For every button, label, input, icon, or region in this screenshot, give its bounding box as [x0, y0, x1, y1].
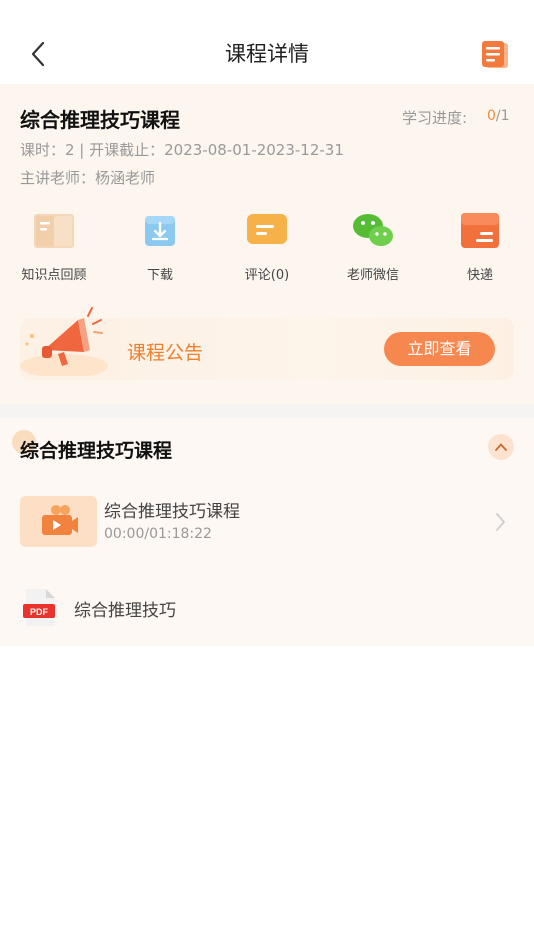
- video-lesson-title: 综合推理技巧课程: [104, 502, 240, 522]
- download-icon: [145, 216, 175, 246]
- comment-icon: [247, 214, 287, 244]
- megaphone-icon: [18, 306, 118, 378]
- action-express[interactable]: 快递: [435, 210, 525, 283]
- teacher-info: 主讲老师：杨涵老师: [20, 169, 156, 187]
- section-divider: [0, 404, 534, 418]
- action-download[interactable]: 下载: [115, 210, 205, 283]
- pdf-icon-text: PDF: [30, 607, 49, 617]
- progress-current: 0: [487, 108, 496, 124]
- action-label: 下载: [146, 268, 173, 283]
- book-icon: [34, 214, 74, 248]
- action-label: 老师微信: [346, 268, 399, 283]
- video-lesson-time: 00:00/01:18:22: [104, 526, 212, 542]
- chevron-right-icon: [492, 510, 508, 534]
- video-icon: [42, 505, 78, 535]
- express-box-icon: [461, 213, 499, 248]
- action-bar: 知识点回顾 下载 评论(0) 老师微信 快递: [0, 210, 534, 290]
- lesson-info: 课时：2 | 开课截止：2023-08-01-2023-12-31: [20, 141, 344, 159]
- view-now-button[interactable]: 立即查看: [384, 332, 495, 366]
- chevron-up-icon: [495, 443, 507, 451]
- video-thumbnail: [20, 496, 97, 547]
- course-title: 综合推理技巧课程: [20, 108, 180, 132]
- action-knowledge-review[interactable]: 知识点回顾: [9, 210, 99, 283]
- pdf-icon: PDF: [22, 588, 58, 626]
- action-comment[interactable]: 评论(0): [222, 210, 312, 283]
- action-label: 快递: [466, 268, 493, 283]
- pdf-lesson-title: 综合推理技巧: [74, 601, 176, 621]
- action-teacher-wechat[interactable]: 老师微信: [328, 210, 418, 283]
- action-label: 评论(0): [244, 268, 290, 283]
- progress-value: 0/1: [487, 108, 510, 124]
- progress-label: 学习进度:: [402, 109, 468, 127]
- document-icon: [482, 41, 508, 68]
- chapter-title: 综合推理技巧课程: [20, 440, 173, 462]
- document-button[interactable]: [480, 40, 510, 70]
- collapse-button[interactable]: [488, 434, 514, 460]
- action-label: 知识点回顾: [21, 268, 87, 283]
- notice-title: 课程公告: [127, 342, 204, 364]
- page-title: 课程详情: [225, 42, 309, 66]
- progress-total: /1: [495, 108, 510, 124]
- wechat-icon: [353, 214, 393, 246]
